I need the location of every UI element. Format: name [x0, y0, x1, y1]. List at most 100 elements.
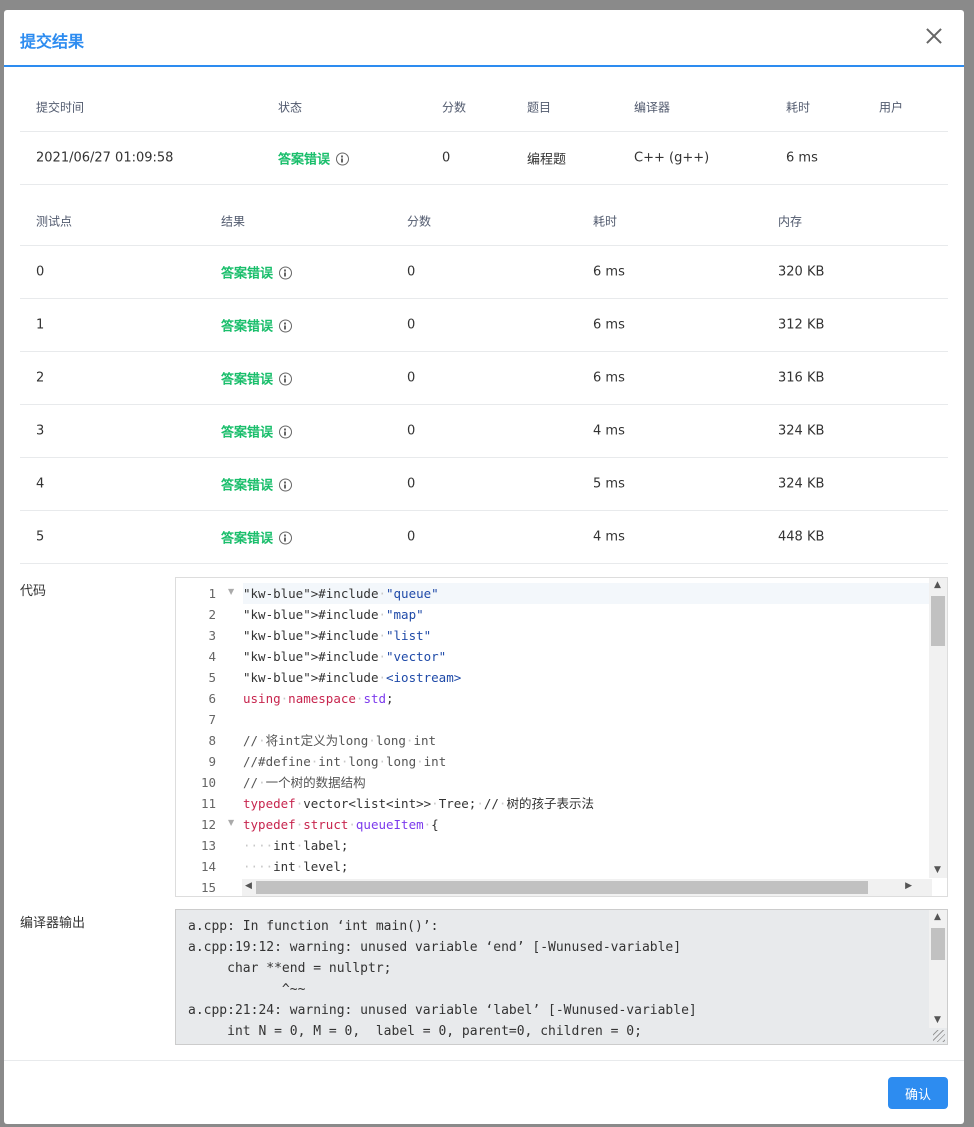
header-problem: 题目: [527, 100, 552, 114]
test-memory: 316 KB: [778, 370, 825, 386]
test-memory: 324 KB: [778, 476, 825, 492]
info-icon[interactable]: [336, 152, 350, 166]
info-icon[interactable]: [279, 425, 293, 439]
output-line: a.cpp:21:24: warning: unused variable ‘l…: [188, 1003, 697, 1018]
horizontal-scrollbar[interactable]: ◀ ▶: [242, 879, 932, 896]
code-line[interactable]: [243, 709, 929, 730]
code-content[interactable]: "kw-blue">#include·"queue" "kw-blue">#inc…: [243, 583, 929, 896]
line-number: 6: [208, 691, 216, 706]
header-result: 结果: [221, 214, 246, 228]
vertical-scrollbar[interactable]: ▲ ▼: [929, 910, 947, 1028]
fold-arrow-icon[interactable]: ▼: [228, 587, 234, 596]
status-cell: 答案错误: [278, 149, 350, 168]
test-memory: 320 KB: [778, 264, 825, 280]
code-line[interactable]: //·将int定义为long·long·int: [243, 730, 929, 751]
test-time: 5 ms: [593, 476, 625, 492]
test-id: 3: [36, 423, 45, 439]
table-row: 2 答案错误 0 6 ms 316 KB: [20, 352, 948, 405]
scroll-up-icon[interactable]: ▲: [934, 913, 941, 922]
code-line[interactable]: "kw-blue">#include·<iostream>: [243, 667, 929, 688]
scrollbar-thumb[interactable]: [931, 596, 945, 646]
close-icon[interactable]: [922, 24, 946, 48]
line-number: 7: [208, 712, 216, 727]
result-cell: 答案错误: [221, 528, 293, 547]
compiler-output-textarea[interactable]: a.cpp: In function ‘int main()’: a.cpp:19…: [175, 909, 948, 1045]
submit-time: 2021/06/27 01:09:58: [36, 150, 174, 166]
result-cell: 答案错误: [221, 475, 293, 494]
test-score: 0: [407, 423, 416, 439]
confirm-button[interactable]: 确认: [888, 1077, 948, 1109]
code-editor[interactable]: 1 2 3 4 5 6 7 8 9 10 11 12 13 14 15 ▼ ▼ "kw-blue">#inc…: [175, 577, 948, 897]
scroll-up-icon[interactable]: ▲: [934, 581, 941, 590]
code-line[interactable]: //#define·int·long·long·int: [243, 751, 929, 772]
test-time: 6 ms: [593, 264, 625, 280]
code-line[interactable]: ····int·label;: [243, 835, 929, 856]
result-text: 答案错误: [221, 425, 274, 441]
code-line[interactable]: typedef·struct·queueItem·{: [243, 814, 929, 835]
test-time: 6 ms: [593, 317, 625, 333]
scrollbar-thumb[interactable]: [256, 881, 868, 894]
fold-arrow-icon[interactable]: ▼: [228, 818, 234, 827]
test-id: 1: [36, 317, 45, 333]
test-score: 0: [407, 264, 416, 280]
code-line[interactable]: "kw-blue">#include·"vector": [243, 646, 929, 667]
header-status: 状态: [278, 100, 303, 114]
result-cell: 答案错误: [221, 263, 293, 282]
result-text: 答案错误: [221, 266, 274, 282]
info-icon[interactable]: [279, 266, 293, 280]
code-line[interactable]: //·一个树的数据结构: [243, 772, 929, 793]
scroll-down-icon[interactable]: ▼: [934, 866, 941, 875]
code-line[interactable]: "kw-blue">#include·"map": [243, 604, 929, 625]
info-icon[interactable]: [279, 478, 293, 492]
dialog-title: 提交结果: [20, 32, 85, 51]
vertical-scrollbar[interactable]: ▲ ▼: [929, 578, 947, 878]
test-score: 0: [407, 476, 416, 492]
compiler-output-text: a.cpp: In function ‘int main()’: a.cpp:19…: [188, 916, 697, 1042]
test-score: 0: [407, 317, 416, 333]
table-row: 3 答案错误 0 4 ms 324 KB: [20, 405, 948, 458]
score: 0: [442, 150, 451, 166]
header-test-score: 分数: [407, 214, 432, 228]
result-text: 答案错误: [221, 478, 274, 494]
code-line[interactable]: using·namespace·std;: [243, 688, 929, 709]
info-icon[interactable]: [279, 531, 293, 545]
code-line[interactable]: "kw-blue">#include·"list": [243, 625, 929, 646]
info-icon[interactable]: [279, 319, 293, 333]
resize-handle-icon[interactable]: [933, 1030, 945, 1042]
scrollbar-thumb[interactable]: [931, 928, 945, 960]
result-cell: 答案错误: [221, 422, 293, 441]
line-number: 3: [208, 628, 216, 643]
scroll-right-icon[interactable]: ▶: [905, 882, 912, 891]
scroll-down-icon[interactable]: ▼: [934, 1016, 941, 1025]
code-line[interactable]: ····int·level;: [243, 856, 929, 877]
header-elapsed: 耗时: [786, 100, 811, 114]
line-number: 9: [208, 754, 216, 769]
test-id: 0: [36, 264, 45, 280]
test-memory: 324 KB: [778, 423, 825, 439]
info-icon[interactable]: [279, 372, 293, 386]
line-number: 4: [208, 649, 216, 664]
scroll-left-icon[interactable]: ◀: [245, 882, 252, 891]
compiler: C++ (g++): [634, 150, 710, 166]
header-score: 分数: [442, 100, 467, 114]
summary-header-row: 提交时间 状态 分数 题目 编译器 耗时 用户: [20, 82, 948, 132]
header-memory: 内存: [778, 214, 803, 228]
submission-result-dialog: 提交结果 提交时间 状态 分数 题目 编译器 耗时 用户 2021/06/27 …: [4, 10, 964, 1124]
table-row: 1 答案错误 0 6 ms 312 KB: [20, 299, 948, 352]
summary-row: 2021/06/27 01:09:58 答案错误 0 编程题 C++ (g++)…: [20, 132, 948, 185]
result-text: 答案错误: [221, 531, 274, 547]
line-number: 8: [208, 733, 216, 748]
result-text: 答案错误: [221, 372, 274, 388]
line-number: 11: [200, 796, 216, 811]
test-score: 0: [407, 529, 416, 545]
line-number: 14: [200, 859, 216, 874]
code-line[interactable]: "kw-blue">#include·"queue": [243, 583, 929, 604]
output-line: a.cpp: In function ‘int main()’:: [188, 919, 439, 934]
header-submit-time: 提交时间: [36, 100, 85, 114]
test-id: 2: [36, 370, 45, 386]
table-row: 5 答案错误 0 4 ms 448 KB: [20, 511, 948, 564]
submission-summary-table: 提交时间 状态 分数 题目 编译器 耗时 用户 2021/06/27 01:09…: [20, 82, 948, 185]
line-number: 13: [200, 838, 216, 853]
result-text: 答案错误: [221, 319, 274, 335]
code-line[interactable]: typedef·vector<list<int>>·Tree;·//·树的孩子表…: [243, 793, 929, 814]
